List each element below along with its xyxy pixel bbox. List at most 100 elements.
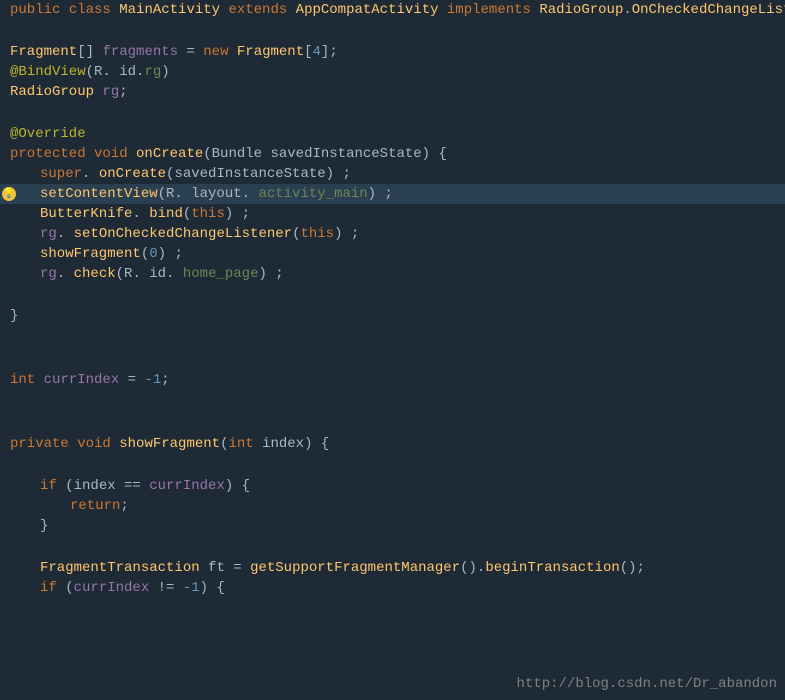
classname-radiogroup2: RadioGroup [10,84,102,100]
plain-bracket3: ]; [321,44,338,60]
method-oncreate2: onCreate [99,166,166,182]
keyword-protected: protected [10,146,94,162]
code-line-radiogroup: RadioGroup rg ; [0,82,785,102]
field-fragments: fragments [102,44,178,60]
method-check: check [74,266,116,282]
annotation-bindview: @BindView [10,64,86,80]
plain-paren13: (); [620,560,645,576]
classname-mainactivity: MainActivity [119,2,228,18]
plain-paren4: ) ; [225,206,250,222]
watermark: http://blog.csdn.net/Dr_abandon [517,676,777,692]
keyword-implements: implements [447,2,539,18]
code-line-empty-5 [0,348,785,370]
dot-separator: . [623,2,631,18]
method-oncreate: onCreate [136,146,203,162]
code-line-empty-1 [0,20,785,42]
plain-paren9: ) ; [258,266,283,282]
code-line-close-brace: } [0,306,785,326]
code-line-empty-9 [0,536,785,558]
code-line-setoncheck: rg . setOnCheckedChangeListener ( this )… [0,224,785,244]
code-line-setcontent: 💡 setContentView (R. layout. activity_ma… [0,184,785,204]
keyword-void: void [94,146,136,162]
plain-paren: (R. id. [86,64,145,80]
code-line-showfragment: showFragment ( 0 ) ; [0,244,785,264]
code-line-if: if (index == currIndex ) { [0,476,785,496]
code-line-currindex: int currIndex = -1 ; [0,370,785,390]
plain-semi3: ; [120,498,128,514]
bulb-icon[interactable]: 💡 [2,187,16,201]
keyword-int: int [10,372,44,388]
plain-brace: } [10,308,18,324]
code-line-return: return ; [0,496,785,516]
code-line-empty-7 [0,412,785,434]
url-text: http://blog.csdn.net/Dr_abandon [517,676,777,692]
code-line-fragmenttx: FragmentTransaction ft = getSupportFragm… [0,558,785,578]
keyword-private: private [10,436,77,452]
plain-paren10: ( [220,436,228,452]
plain-semi: ; [119,84,127,100]
number-minus1: -1 [144,372,161,388]
plain-neq: != [149,580,183,596]
classname-radiogroup: RadioGroup [539,2,623,18]
keyword-int2: int [228,436,262,452]
classname-appcompat: AppCompatActivity [296,2,447,18]
keyword-if: if [40,478,65,494]
code-line-rgcheck: rg . check (R. id. home_page ) ; [0,264,785,284]
ref-homepage: home_page [183,266,259,282]
plain-bracket2: [ [304,44,312,60]
method-bind: bind [149,206,183,222]
plain-paren6: ) ; [334,226,359,242]
number-minus1-2: -1 [183,580,200,596]
plain-dot4: . [57,266,74,282]
ref-rg: rg [144,64,161,80]
method-begin: beginTransaction [485,560,619,576]
plain-paren7: ( [141,246,149,262]
code-line-override: @Override [0,124,785,144]
plain-params: (Bundle savedInstanceState) { [203,146,447,162]
keyword-public: public [10,2,69,18]
number-0: 0 [149,246,157,262]
number-4: 4 [313,44,321,60]
annotation-override: @Override [10,126,86,142]
classname-fragment: Fragment [10,44,77,60]
method-setoncheck: setOnCheckedChangeListener [74,226,292,242]
plain-dot2: . [132,206,149,222]
code-line-close-if: } [0,516,785,536]
code-line-bindview: @BindView (R. id. rg ) [0,62,785,82]
code-line-showfragment-def: private void showFragment ( int index) { [0,434,785,454]
keyword-if2: if [40,580,65,596]
code-line-fragments: Fragment [] fragments = new Fragment [ 4… [0,42,785,62]
method-getsupport: getSupportFragmentManager [250,560,460,576]
plain-paren12: (). [460,560,485,576]
plain-brace3: } [40,518,48,534]
classname-listener: OnCheckedChangeListener [632,2,785,18]
plain-paren8: ) ; [158,246,183,262]
plain-paren11: (index == [65,478,149,494]
method-setcontent: setContentView [40,186,158,202]
plain-dot3: . [57,226,74,242]
plain-ft: ft = [200,560,250,576]
code-line-empty-6 [0,390,785,412]
field-rg2: rg [40,226,57,242]
plain-bracket: [] [77,44,102,60]
plain-dot: . [82,166,99,182]
field-rg: rg [102,84,119,100]
classname-fragment2: Fragment [237,44,304,60]
plain-semi2: ; [161,372,169,388]
method-showfragment: showFragment [40,246,141,262]
plain-paren14: ( [65,580,73,596]
keyword-this2: this [300,226,334,242]
field-currindex: currIndex [44,372,120,388]
code-line-empty-2 [0,102,785,124]
field-currindex3: currIndex [74,580,150,596]
keyword-return: return [70,498,120,514]
code-line-1: public class MainActivity extends AppCom… [0,0,785,20]
plain-brace4: ) { [200,580,225,596]
plain-r: (R. layout. [158,186,259,202]
plain-superparams: (savedInstanceState) ; [166,166,351,182]
ref-activitymain: activity_main [258,186,367,202]
classname-butterknife: ButterKnife [40,206,132,222]
field-currindex2: currIndex [149,478,225,494]
code-line-empty-4 [0,326,785,348]
plain-paren2: ) [161,64,169,80]
